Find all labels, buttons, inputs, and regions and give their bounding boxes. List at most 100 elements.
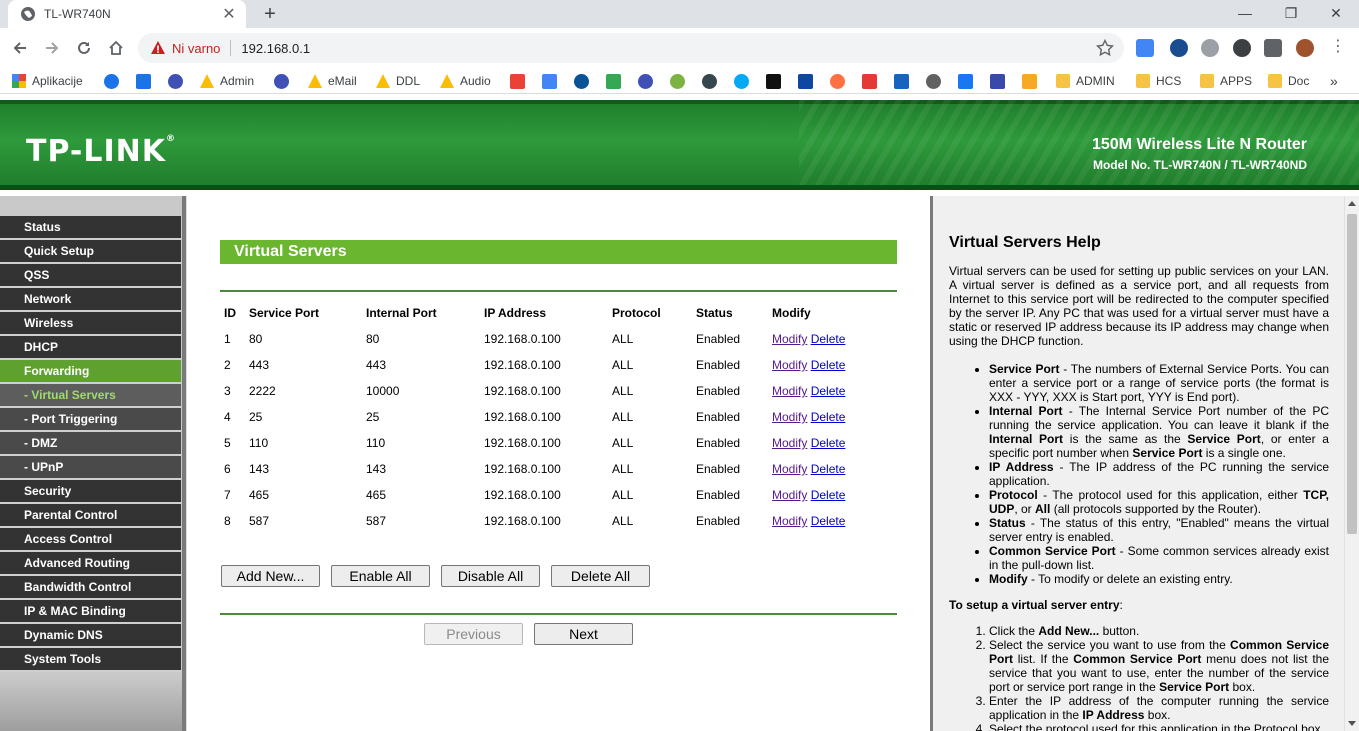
menu-item-ip-mac-binding[interactable]: IP & MAC Binding: [0, 600, 181, 624]
menu-item-network[interactable]: Network: [0, 288, 181, 312]
drive-icon[interactable]: [606, 74, 621, 89]
new-tab-button[interactable]: +: [258, 2, 282, 26]
puzzle-extensions-icon[interactable]: [1264, 39, 1282, 57]
menu-item-wireless[interactable]: Wireless: [0, 312, 181, 336]
delete-link[interactable]: Delete: [811, 384, 846, 398]
ip-box-bookmark-icon[interactable]: [894, 74, 909, 89]
gear-bookmark-icon[interactable]: [104, 74, 119, 89]
menu-item-system-tools[interactable]: System Tools: [0, 648, 181, 672]
menu-item-advanced-routing[interactable]: Advanced Routing: [0, 552, 181, 576]
delete-link[interactable]: Delete: [811, 488, 846, 502]
reload-button[interactable]: [70, 34, 98, 62]
bookmark-audio[interactable]: Audio: [440, 72, 491, 90]
delete-link[interactable]: Delete: [811, 462, 846, 476]
scroll-down-arrow-icon[interactable]: [1348, 721, 1356, 726]
avatar[interactable]: [1296, 39, 1314, 57]
bookmark-star-icon[interactable]: [1095, 38, 1115, 57]
delete-link[interactable]: Delete: [811, 358, 846, 372]
puzzle-bookmark-icon[interactable]: [136, 74, 151, 89]
menu-item-port-triggering[interactable]: - Port Triggering: [0, 408, 181, 432]
t-bookmark-icon[interactable]: [830, 74, 845, 89]
menu-item-quick-setup[interactable]: Quick Setup: [0, 240, 181, 264]
calendar-bookmark-icon[interactable]: [862, 74, 877, 89]
u-bookmark-icon[interactable]: [702, 74, 717, 89]
radio-bookmark-icon[interactable]: [798, 74, 813, 89]
shield-extension-icon[interactable]: [1233, 39, 1251, 57]
bookmark-folder-apps[interactable]: APPS: [1200, 72, 1252, 90]
enable-all-button[interactable]: Enable All: [331, 565, 430, 587]
menu-item-security[interactable]: Security: [0, 480, 181, 504]
disable-all-button[interactable]: Disable All: [441, 565, 540, 587]
bookmark-email[interactable]: eMail: [308, 72, 357, 90]
help-scrollbar[interactable]: [1344, 196, 1359, 731]
modify-link[interactable]: Modify: [772, 332, 807, 346]
minimize-button[interactable]: —: [1222, 0, 1268, 28]
ip-extension-icon[interactable]: [1170, 39, 1188, 57]
scroll-thumb[interactable]: [1347, 214, 1357, 534]
delete-link[interactable]: Delete: [811, 332, 846, 346]
menu-item-access-control[interactable]: Access Control: [0, 528, 181, 552]
warning-icon[interactable]: [150, 40, 166, 56]
scroll-up-arrow-icon[interactable]: [1348, 201, 1356, 206]
menu-item-virtual-servers[interactable]: - Virtual Servers: [0, 384, 181, 408]
bookmark-apps[interactable]: Aplikacije: [12, 72, 83, 90]
menu-item-forwarding[interactable]: Forwarding: [0, 360, 181, 384]
modify-link[interactable]: Modify: [772, 514, 807, 528]
menu-item-parental-control[interactable]: Parental Control: [0, 504, 181, 528]
bookmarks-overflow-button[interactable]: »: [1330, 72, 1338, 90]
translate-extension-icon[interactable]: [1136, 39, 1154, 57]
bookmark-ddl[interactable]: DDL: [376, 72, 420, 90]
menu-item-status[interactable]: Status: [0, 216, 181, 240]
refresh-bookmark-icon[interactable]: [670, 74, 685, 89]
modify-link[interactable]: Modify: [772, 436, 807, 450]
modify-link[interactable]: Modify: [772, 488, 807, 502]
cell-actions: Modify Delete: [768, 508, 897, 534]
gauge-bookmark-icon[interactable]: [926, 74, 941, 89]
bookmark-folder-doc[interactable]: Doc: [1268, 72, 1309, 90]
menu-item-qss[interactable]: QSS: [0, 264, 181, 288]
network-bookmark-icon-2[interactable]: [274, 74, 289, 89]
restore-button[interactable]: ❐: [1268, 0, 1314, 28]
menu-item-bandwidth-control[interactable]: Bandwidth Control: [0, 576, 181, 600]
sigma-bookmark-icon[interactable]: [990, 74, 1005, 89]
previous-button[interactable]: Previous: [424, 623, 523, 645]
tab-close-icon[interactable]: ✕: [220, 4, 238, 24]
delete-link[interactable]: Delete: [811, 410, 846, 424]
delete-link[interactable]: Delete: [811, 436, 846, 450]
delete-link[interactable]: Delete: [811, 514, 846, 528]
ring-bookmark-icon[interactable]: [734, 74, 749, 89]
modify-link[interactable]: Modify: [772, 358, 807, 372]
modify-link[interactable]: Modify: [772, 462, 807, 476]
browser-tab[interactable]: TL-WR740N ✕: [8, 0, 246, 28]
back-button[interactable]: [6, 34, 34, 62]
bookmark-admin[interactable]: Admin: [200, 72, 254, 90]
close-window-button[interactable]: ✕: [1313, 0, 1359, 28]
gmail-icon[interactable]: [510, 74, 525, 89]
home-button[interactable]: [102, 34, 130, 62]
facebook-icon[interactable]: [958, 74, 973, 89]
network-bookmark-icon[interactable]: [168, 74, 183, 89]
menu-item-dynamic-dns[interactable]: Dynamic DNS: [0, 624, 181, 648]
chart-bookmark-icon[interactable]: [1022, 74, 1037, 89]
bookmark-folder-admin[interactable]: ADMIN: [1056, 72, 1115, 90]
menu-item-upnp[interactable]: - UPnP: [0, 456, 181, 480]
url-text[interactable]: 192.168.0.1: [241, 41, 310, 56]
menu-item-dmz[interactable]: - DMZ: [0, 432, 181, 456]
menu-kebab-icon[interactable]: ⋮: [1330, 39, 1346, 57]
omnibox[interactable]: Ni varno 192.168.0.1: [138, 33, 1124, 63]
modify-link[interactable]: Modify: [772, 384, 807, 398]
globe-extension-icon[interactable]: [1201, 39, 1219, 57]
next-button[interactable]: Next: [534, 623, 633, 645]
ip-bookmark-icon[interactable]: [766, 74, 781, 89]
table-row: 3 2222 10000 192.168.0.100 ALL Enabled M…: [220, 378, 897, 404]
modify-link[interactable]: Modify: [772, 410, 807, 424]
network-bookmark-icon-3[interactable]: [638, 74, 653, 89]
forward-button[interactable]: [38, 34, 66, 62]
add-new-button[interactable]: Add New...: [221, 565, 320, 587]
delete-all-button[interactable]: Delete All: [551, 565, 650, 587]
translate-icon[interactable]: [542, 74, 557, 89]
bookmark-folder-hcs[interactable]: HCS: [1136, 72, 1181, 90]
browser-bookmark-icon[interactable]: [574, 74, 589, 89]
security-label[interactable]: Ni varno: [172, 41, 220, 56]
menu-item-dhcp[interactable]: DHCP: [0, 336, 181, 360]
